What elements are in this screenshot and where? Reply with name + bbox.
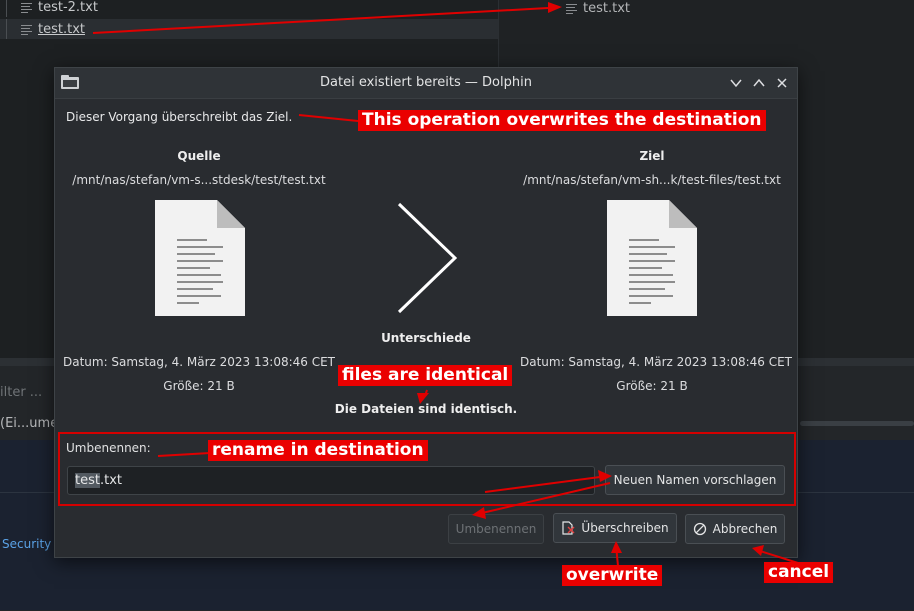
maximize-button[interactable] — [750, 74, 768, 92]
dest-heading: Ziel — [639, 149, 665, 163]
close-icon — [777, 78, 787, 88]
close-button[interactable] — [773, 74, 791, 92]
cancel-icon — [693, 522, 706, 536]
dialog-titlebar[interactable]: Datei existiert bereits — Dolphin — [55, 68, 797, 99]
right-pane-file[interactable]: test.txt — [566, 0, 630, 16]
source-path: /mnt/nas/stefan/vm-s...stdesk/test/test.… — [72, 173, 326, 187]
text-file-icon — [21, 1, 32, 13]
tree-item-selected[interactable]: test.txt — [0, 19, 498, 39]
arrow-right-icon — [397, 202, 457, 314]
text-file-icon — [21, 23, 32, 35]
chevron-up-icon — [753, 78, 765, 87]
annotation-rename-destination: rename in destination — [208, 440, 428, 462]
cancel-button[interactable]: Abbrechen — [685, 514, 785, 544]
filter-input[interactable]: ilter ... — [0, 385, 42, 400]
overwrite-icon — [562, 521, 575, 535]
dest-file-icon — [607, 200, 697, 316]
source-heading: Quelle — [177, 149, 221, 163]
source-date: Datum: Samstag, 4. März 2023 13:08:46 CE… — [62, 355, 336, 369]
free-space-bar — [800, 421, 914, 426]
source-size: Größe: 21 B — [163, 379, 235, 393]
annotation-overwrite: overwrite — [562, 565, 663, 587]
annotation-files-identical: files are identical — [338, 365, 513, 387]
overwrite-button[interactable]: Überschreiben — [553, 513, 677, 543]
security-link[interactable]: Security — [2, 537, 51, 551]
chevron-down-icon — [730, 79, 742, 88]
tree-item[interactable]: test-2.txt — [0, 0, 98, 17]
differences-label: Unterschiede — [381, 331, 471, 345]
right-pane-file-label: test.txt — [583, 0, 630, 16]
annotation-cancel: cancel — [764, 562, 834, 584]
annotation-overwrite-destination: This operation overwrites the destinatio… — [358, 110, 766, 132]
tree-item-label: test-2.txt — [38, 0, 98, 15]
dialog-title: Datei existiert bereits — Dolphin — [320, 75, 532, 90]
rename-button[interactable]: Umbenennen — [448, 514, 544, 544]
dialog-message: Dieser Vorgang überschreibt das Ziel. — [66, 110, 293, 124]
source-file-icon — [155, 200, 245, 316]
tree-item-label: test.txt — [38, 21, 85, 37]
minimize-button[interactable] — [727, 74, 745, 92]
cancel-button-label: Abbrechen — [712, 522, 778, 536]
tree-line — [6, 19, 21, 39]
dest-path: /mnt/nas/stefan/vm-sh...k/test-files/tes… — [523, 173, 781, 187]
dest-date: Datum: Samstag, 4. März 2023 13:08:46 CE… — [519, 355, 793, 369]
identical-message: Die Dateien sind identisch. — [334, 402, 518, 416]
tree-line — [6, 0, 21, 17]
text-file-icon — [566, 2, 577, 14]
overwrite-button-label: Überschreiben — [581, 521, 669, 535]
dest-size: Größe: 21 B — [616, 379, 688, 393]
